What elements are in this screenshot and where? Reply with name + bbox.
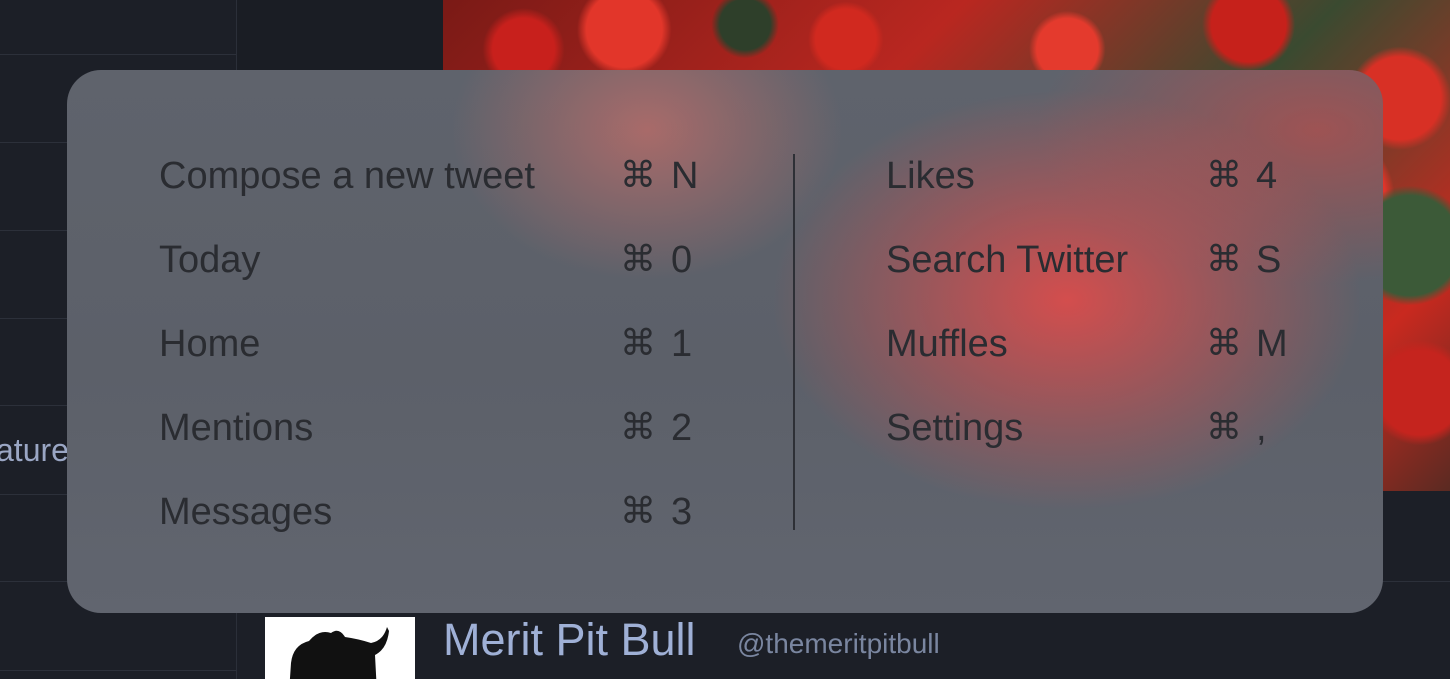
shortcut-today: Today ⌘ 0 bbox=[159, 235, 719, 285]
shortcut-key: 3 bbox=[671, 491, 693, 533]
avatar[interactable] bbox=[265, 617, 415, 679]
shortcut-label: Home bbox=[159, 323, 261, 365]
shortcut-key: N bbox=[671, 155, 699, 197]
command-key-icon: ⌘ bbox=[620, 407, 656, 448]
command-key-icon: ⌘ bbox=[620, 239, 656, 280]
command-key-icon: ⌘ bbox=[1206, 155, 1242, 196]
shortcut-compose: Compose a new tweet ⌘ N bbox=[159, 151, 719, 201]
shortcut-key: 1 bbox=[671, 323, 693, 365]
command-key-icon: ⌘ bbox=[620, 491, 656, 532]
shortcut-likes: Likes ⌘ 4 bbox=[886, 151, 1306, 201]
app-window: ature Merit Pit Bull @themeritpitbull Co… bbox=[0, 0, 1450, 679]
shortcut-label: Messages bbox=[159, 491, 333, 533]
list-item[interactable] bbox=[0, 0, 236, 55]
command-key-icon: ⌘ bbox=[620, 323, 656, 364]
shortcut-search-twitter: Search Twitter ⌘ S bbox=[886, 235, 1306, 285]
command-key-icon: ⌘ bbox=[1206, 323, 1242, 364]
shortcut-label: Muffles bbox=[886, 323, 1008, 365]
command-key-icon: ⌘ bbox=[620, 155, 656, 196]
shortcut-key: 4 bbox=[1256, 155, 1278, 197]
column-divider bbox=[793, 154, 795, 530]
shortcut-mentions: Mentions ⌘ 2 bbox=[159, 403, 719, 453]
shortcut-messages: Messages ⌘ 3 bbox=[159, 487, 719, 537]
shortcut-label: Settings bbox=[886, 407, 1024, 449]
shortcut-settings: Settings ⌘ , bbox=[886, 403, 1306, 453]
shortcut-label: Likes bbox=[886, 155, 975, 197]
shortcut-label: Search Twitter bbox=[886, 239, 1129, 281]
command-key-icon: ⌘ bbox=[1206, 407, 1242, 448]
command-key-icon: ⌘ bbox=[1206, 239, 1242, 280]
shortcut-home: Home ⌘ 1 bbox=[159, 319, 719, 369]
shortcut-key: 2 bbox=[671, 407, 693, 449]
shortcut-key: , bbox=[1256, 407, 1267, 449]
shortcut-label: Mentions bbox=[159, 407, 314, 449]
shortcut-key: S bbox=[1256, 239, 1282, 281]
shortcut-label: Today bbox=[159, 239, 261, 281]
keyboard-shortcuts-overlay: Compose a new tweet ⌘ N Today ⌘ 0 Home ⌘… bbox=[67, 70, 1383, 613]
profile-name[interactable]: Merit Pit Bull bbox=[443, 614, 696, 666]
profile-handle[interactable]: @themeritpitbull bbox=[737, 628, 940, 660]
shortcut-key: M bbox=[1256, 323, 1288, 365]
list-item-label: ature bbox=[0, 432, 69, 468]
shortcut-muffles: Muffles ⌘ M bbox=[886, 319, 1306, 369]
shortcut-label: Compose a new tweet bbox=[159, 155, 535, 197]
dog-silhouette-icon bbox=[289, 627, 389, 679]
shortcut-key: 0 bbox=[671, 239, 693, 281]
